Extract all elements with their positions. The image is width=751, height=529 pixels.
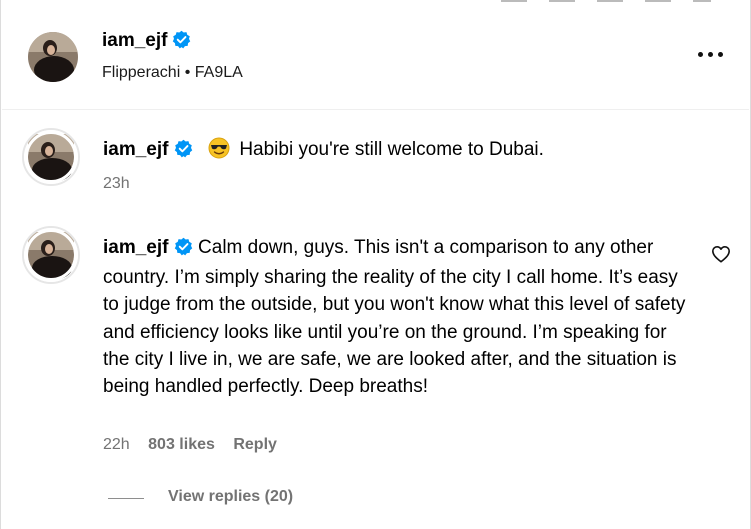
reply-button[interactable]: Reply bbox=[233, 436, 277, 453]
audio-artist: Flipperachi bbox=[102, 64, 181, 81]
verified-badge-icon bbox=[174, 139, 193, 164]
verified-badge-icon bbox=[174, 237, 193, 264]
post-author-username-row: iam_ejf bbox=[102, 30, 191, 54]
audio-separator: • bbox=[184, 64, 191, 81]
comment-1: iam_ejf Habibi you're still welcome to D… bbox=[103, 137, 544, 165]
comment-2-username[interactable]: iam_ejf bbox=[103, 237, 168, 258]
comment-author-avatar[interactable] bbox=[22, 128, 80, 186]
smiling-face-with-sunglasses-icon bbox=[208, 137, 230, 165]
post-audio-line[interactable]: Flipperachi • FA9LA bbox=[102, 64, 243, 82]
audio-track: FA9LA bbox=[194, 64, 243, 81]
more-options-icon[interactable] bbox=[698, 50, 726, 60]
comment-1-text: Habibi you're still welcome to Dubai. bbox=[239, 139, 544, 160]
view-replies-button[interactable]: View replies (20) bbox=[168, 488, 293, 506]
post-author-avatar[interactable] bbox=[28, 32, 78, 82]
verified-badge-icon bbox=[172, 30, 191, 54]
post-author-username[interactable]: iam_ejf bbox=[102, 30, 167, 51]
frame-border-left bbox=[0, 0, 1, 529]
heart-outline-icon[interactable] bbox=[711, 245, 731, 263]
view-replies-divider bbox=[108, 498, 144, 499]
comment-2-likes[interactable]: 803 likes bbox=[148, 436, 215, 453]
comment-1-username[interactable]: iam_ejf bbox=[103, 139, 168, 160]
comment-1-time[interactable]: 23h bbox=[103, 175, 130, 193]
comment-2: iam_ejf Calm down, guys. This isn't a co… bbox=[103, 234, 693, 400]
comment-author-avatar[interactable] bbox=[22, 226, 80, 284]
comment-2-time[interactable]: 22h bbox=[103, 436, 130, 453]
comment-2-meta: 22h 803 likes Reply bbox=[103, 436, 277, 454]
post-header: iam_ejf Flipperachi • FA9LA bbox=[2, 0, 749, 110]
